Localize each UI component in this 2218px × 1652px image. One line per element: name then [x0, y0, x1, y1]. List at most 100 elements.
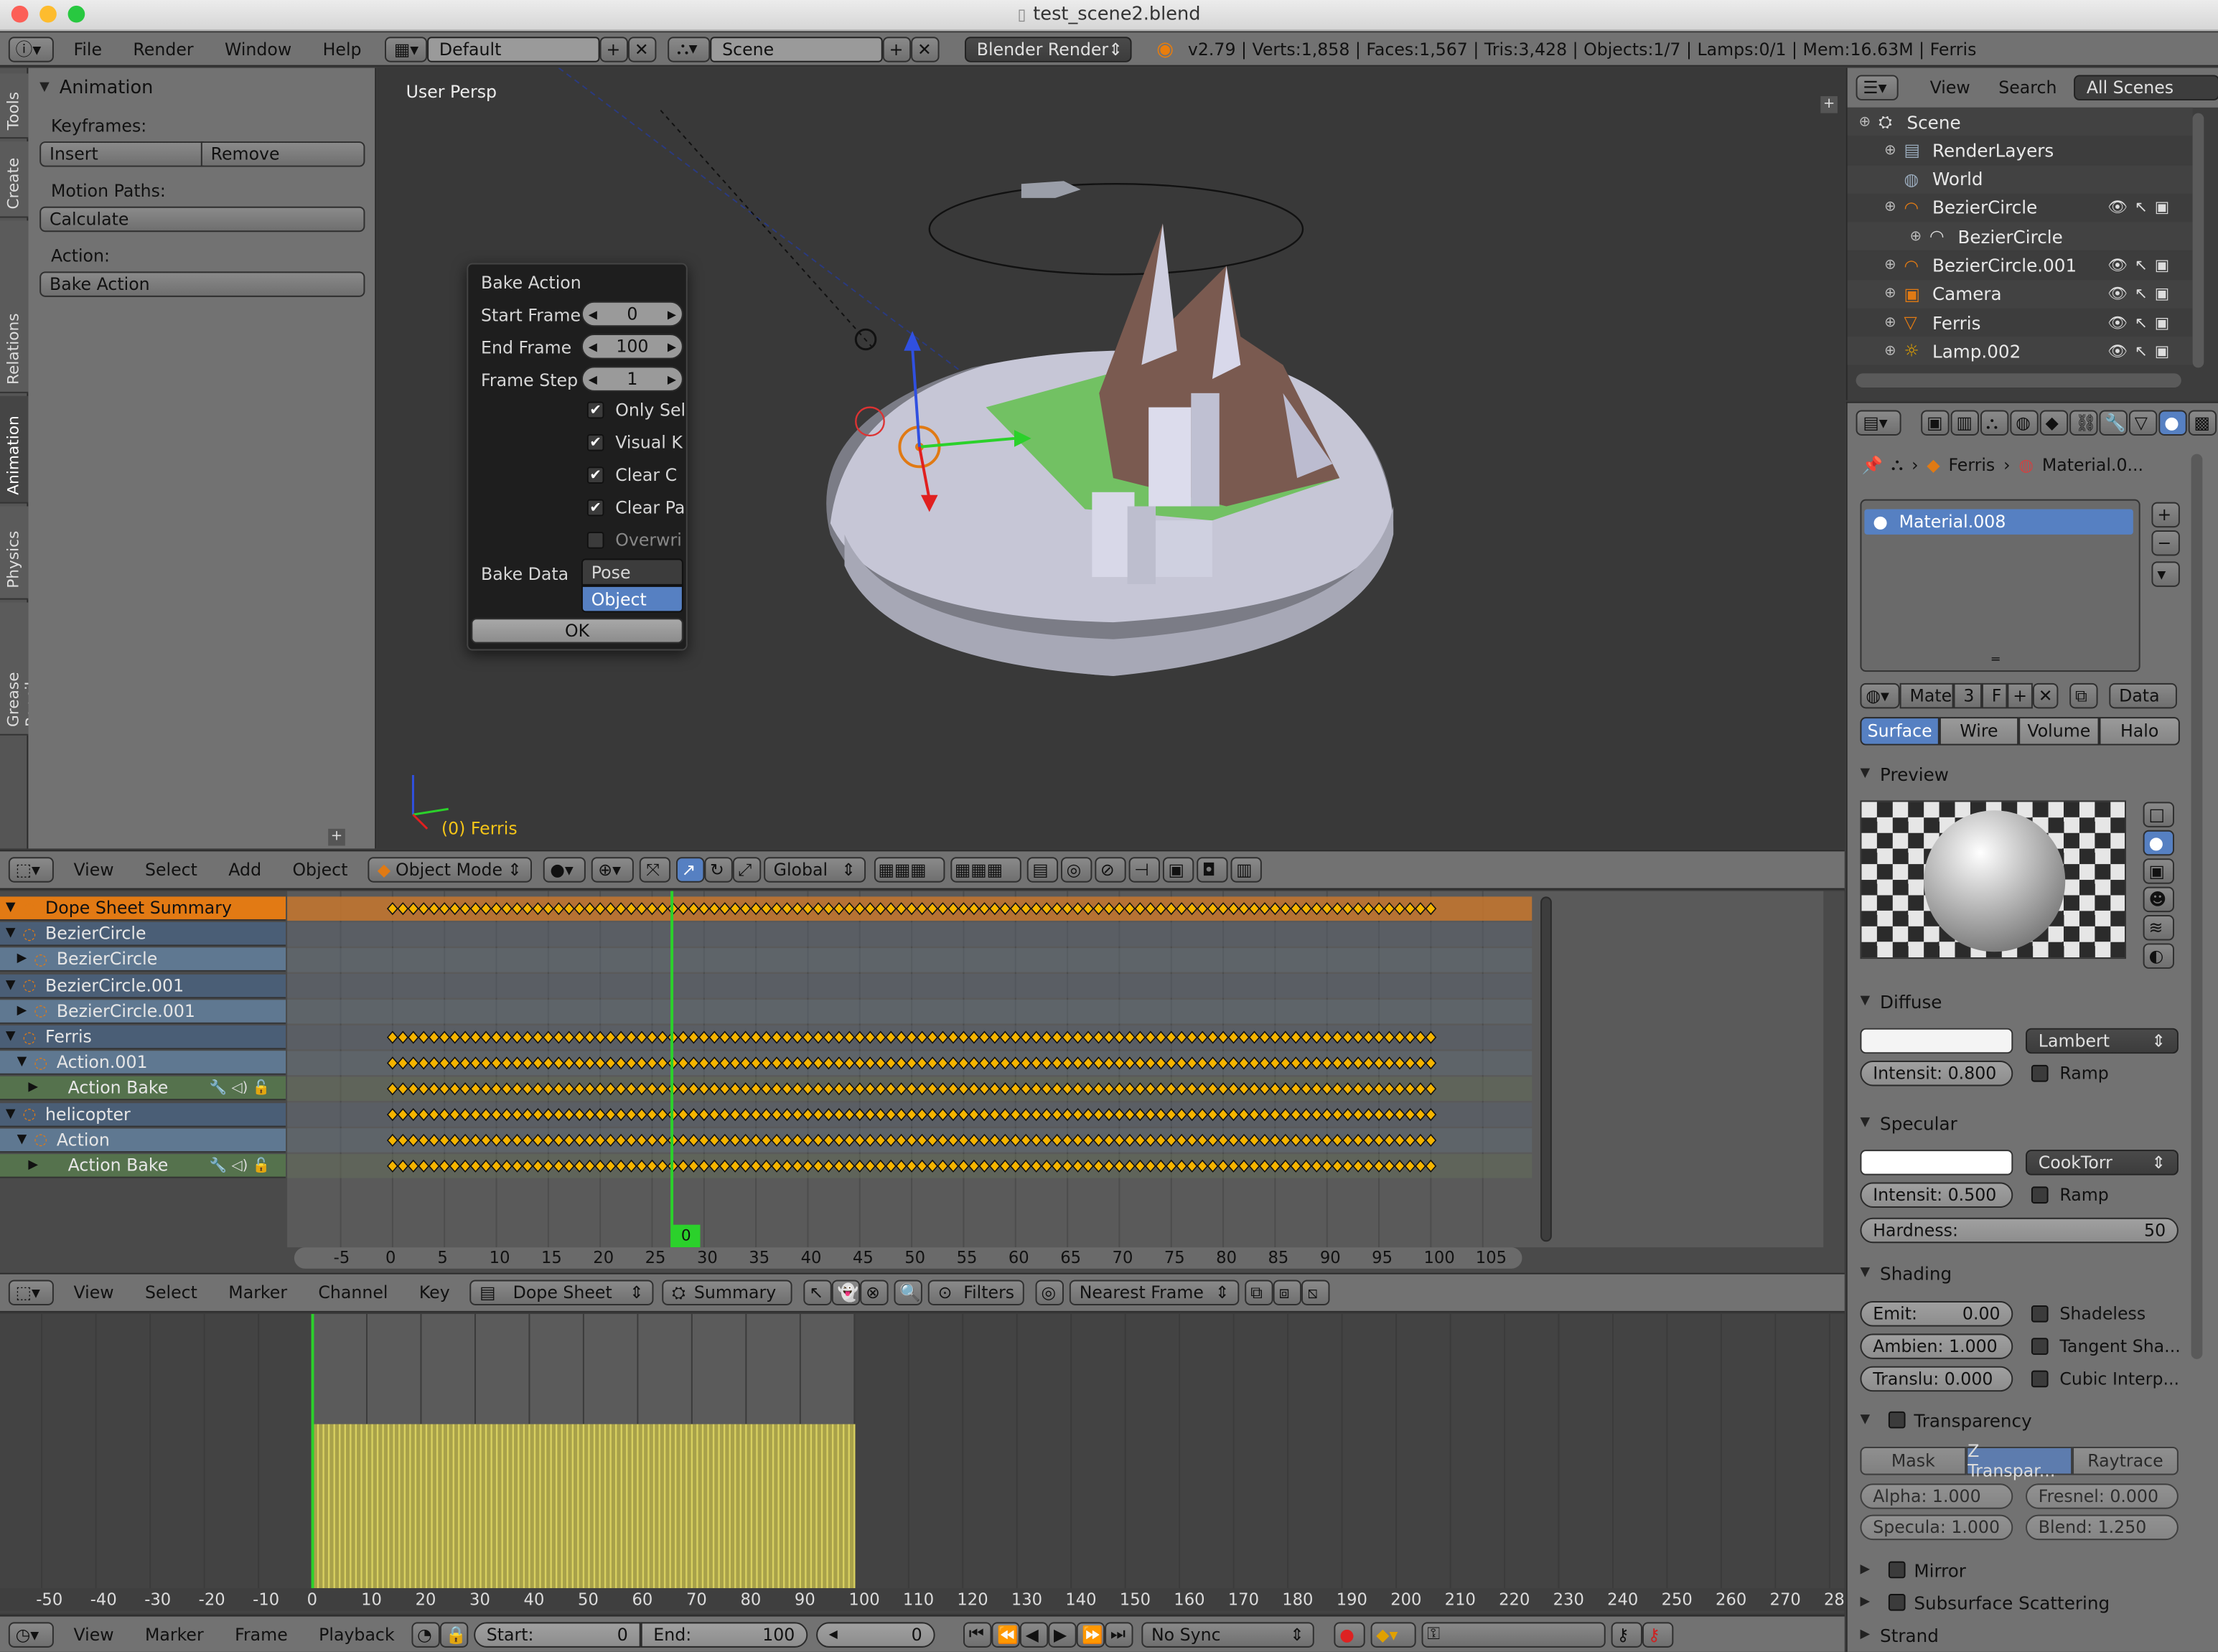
remove-keyframe-button[interactable]: Remove	[200, 141, 365, 167]
maximize-window-button[interactable]	[67, 5, 85, 23]
outliner-item[interactable]: ⊕ ◠ BezierCircle.001 👁↖▣	[1847, 250, 2193, 280]
sss-checkbox[interactable]	[1888, 1593, 1906, 1611]
dopesheet-channel-object[interactable]: ▼ ◌ Ferris	[0, 1025, 286, 1050]
object-tab-icon[interactable]: ◆	[2039, 410, 2069, 436]
visual-keying-checkbox[interactable]: ✔ Visual K	[586, 433, 683, 453]
emit-field[interactable]: Emit: 0.00	[1860, 1301, 2013, 1327]
tab-physics[interactable]: Physics	[0, 506, 29, 600]
scene-name-field[interactable]: Scene	[709, 36, 882, 62]
properties-scrollbar[interactable]	[2191, 454, 2203, 1359]
expand-triangle-icon[interactable]: ▼	[6, 978, 23, 992]
display-mode-dropdown[interactable]: All Scenes	[2074, 75, 2218, 100]
delete-keyframe-icon[interactable]: ⚷	[1642, 1621, 1674, 1647]
preview-hair-icon[interactable]: ≋	[2143, 915, 2174, 941]
transparency-panel-header[interactable]: ▼ Transparency	[1860, 1404, 2031, 1435]
minimize-window-button[interactable]	[39, 5, 57, 23]
menu-object[interactable]: Object	[292, 860, 347, 880]
calculate-button[interactable]: Calculate	[39, 206, 365, 233]
slot-menu-button[interactable]: ▾	[2151, 561, 2180, 587]
hardness-field[interactable]: Hardness: 50	[1860, 1217, 2179, 1244]
render-tab-icon[interactable]: ▣	[1921, 410, 1950, 436]
translate-manipulator[interactable]: ↗	[675, 857, 705, 883]
expand-toggle-icon[interactable]: ⊕	[1884, 286, 1904, 302]
menu-select[interactable]: Select	[145, 1282, 197, 1303]
tab-volume[interactable]: Volume	[2018, 717, 2100, 746]
frame-step-field[interactable]: ◀ 1 ▶	[581, 366, 683, 392]
tab-halo[interactable]: Halo	[2099, 717, 2180, 746]
diffuse-panel-header[interactable]: ▼ Diffuse	[1860, 986, 1942, 1017]
tab-z-transparency[interactable]: Z Transpar...	[1966, 1441, 2073, 1480]
timeline-editor[interactable]: -50 -40 -30 -20 -10 0 10 20 30 40 50 60 70 80 90 100 110…	[0, 1313, 1845, 1614]
constraints-tab-icon[interactable]: ⛓	[2069, 410, 2098, 436]
specular-color-swatch[interactable]	[1860, 1150, 2013, 1175]
close-window-button[interactable]	[11, 5, 29, 23]
visibility-toggles[interactable]: 👁↖▣	[2107, 285, 2176, 304]
filters-button[interactable]: ⊙ Filters	[927, 1280, 1024, 1305]
outliner-item[interactable]: ⊕ ▣ Camera 👁↖▣	[1847, 279, 2193, 309]
link-data-dropdown[interactable]: Data	[2109, 682, 2177, 709]
clear-constraints-checkbox[interactable]: ✔ Clear C	[586, 465, 677, 485]
insert-keyframe-icon[interactable]: ⚷	[1611, 1621, 1642, 1647]
proportional-edit-icon[interactable]: ◎	[1060, 857, 1092, 883]
menu-window[interactable]: Window	[225, 39, 291, 59]
editor-type-button[interactable]: ▤▾	[1856, 410, 1901, 436]
dopesheet-scrollbar[interactable]	[1540, 896, 1552, 1242]
layers-grid-a[interactable]: ▦▦▦	[874, 857, 945, 883]
snap-mode-dropdown[interactable]: Nearest Frame ⇕	[1069, 1280, 1240, 1305]
dopesheet-channel-group[interactable]: ▶ Action Bake 🔧 ◁) 🔓	[0, 1076, 286, 1101]
menu-view[interactable]: View	[1930, 78, 1970, 98]
diffuse-color-swatch[interactable]	[1860, 1028, 2013, 1054]
menu-select[interactable]: Select	[145, 860, 197, 880]
menu-search[interactable]: Search	[1998, 78, 2056, 98]
menu-marker[interactable]: Marker	[145, 1624, 204, 1644]
tab-animation[interactable]: Animation	[0, 395, 29, 504]
channel-tools-icon[interactable]: 🔧 ◁) 🔓	[210, 1080, 270, 1096]
ambient-field[interactable]: Ambien: 1.000	[1860, 1333, 2013, 1359]
tab-surface[interactable]: Surface	[1860, 717, 1939, 746]
remove-layout-button[interactable]: ✕	[627, 36, 656, 62]
outliner-scrollbar[interactable]	[1856, 373, 2181, 388]
editor-type-button[interactable]: ⬚▾	[8, 1280, 54, 1305]
add-slot-button[interactable]: +	[2151, 502, 2180, 528]
strand-panel-header[interactable]: ▶ Strand	[1860, 1619, 1938, 1650]
search-filter-icon[interactable]: 🔍	[894, 1280, 922, 1305]
material-slot[interactable]: ● Material.008	[1864, 509, 2133, 535]
diffuse-ramp-checkbox[interactable]: Ramp	[2031, 1064, 2109, 1084]
outliner-item[interactable]: ⊕ ▤ RenderLayers	[1847, 136, 2193, 165]
diffuse-shader-dropdown[interactable]: Lambert ⇕	[2026, 1028, 2179, 1054]
outliner-item[interactable]: ⊕ ☼ Lamp.002 👁↖▣	[1847, 337, 2193, 366]
alpha-field[interactable]: Alpha: 1.000	[1860, 1483, 2013, 1509]
fake-user-button[interactable]: F	[1981, 682, 2008, 709]
dopesheet-channel-object[interactable]: ▼ ◌ BezierCircle	[0, 922, 286, 947]
outliner-item[interactable]: ⊕ ◠ BezierCircle 👁↖▣	[1847, 193, 2193, 222]
opengl-render-icon[interactable]: ▣	[1162, 857, 1194, 883]
menu-view[interactable]: View	[73, 1624, 113, 1644]
specular-shader-dropdown[interactable]: CookTorr ⇕	[2026, 1150, 2179, 1175]
texture-tab-icon[interactable]: ▩	[2188, 410, 2217, 436]
keying-mode-dropdown[interactable]: ◆▾	[1370, 1621, 1416, 1647]
current-frame-indicator[interactable]	[670, 891, 674, 1248]
viewport-3d[interactable]: User Persp (0) Ferris + Bake Action Star…	[378, 67, 1845, 849]
expand-triangle-icon[interactable]: ▼	[17, 1132, 34, 1147]
editor-type-button[interactable]: ⓘ▾	[8, 36, 54, 62]
translucency-field[interactable]: Translu: 0.000	[1860, 1366, 2013, 1392]
expand-toggle-icon[interactable]: ⊕	[1858, 114, 1878, 130]
menu-playback[interactable]: Playback	[319, 1624, 395, 1644]
menu-view[interactable]: View	[73, 1282, 113, 1303]
menu-frame[interactable]: Frame	[235, 1624, 288, 1644]
unlink-material-button[interactable]: ✕	[2032, 682, 2059, 709]
snap-toggle-icon[interactable]: ⊘	[1095, 857, 1126, 883]
overwrite-checkbox[interactable]: Overwri	[586, 530, 682, 550]
sync-dropdown[interactable]: No Sync ⇕	[1141, 1621, 1314, 1647]
render-anim-icon[interactable]: ▥	[1230, 857, 1262, 883]
outliner-v-scrollbar[interactable]	[2192, 113, 2204, 368]
visibility-toggles[interactable]: 👁↖▣	[2107, 256, 2176, 275]
tab-wire[interactable]: Wire	[1939, 717, 2019, 746]
bake-action-button[interactable]: Bake Action	[39, 271, 365, 297]
only-selected-filter-icon[interactable]: ↖	[803, 1280, 832, 1305]
modifiers-tab-icon[interactable]: 🔧	[2099, 410, 2128, 436]
timeline-ruler[interactable]: -50 -40 -30 -20 -10 0 10 20 30 40 50 60 70 80 90 100 110…	[0, 1588, 1845, 1611]
ok-button[interactable]: OK	[471, 618, 683, 644]
snap-element-icon[interactable]: ⊣	[1128, 857, 1160, 883]
material-name-field[interactable]: Mate	[1899, 682, 1954, 709]
